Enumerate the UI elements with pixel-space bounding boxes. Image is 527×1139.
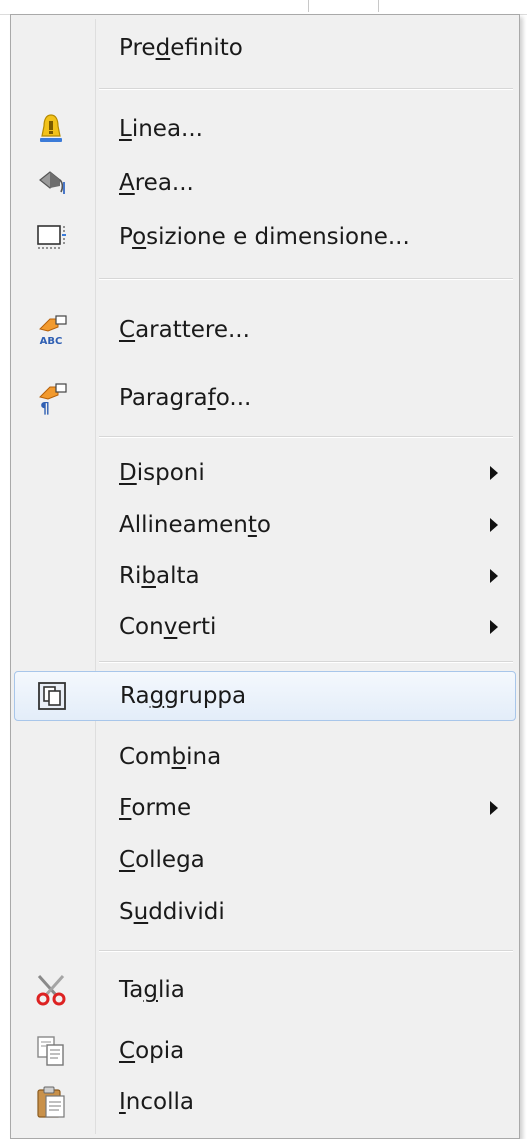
line-icon — [40, 114, 62, 142]
menu-item-label: Linea... — [119, 116, 203, 142]
menu-item-suddividi[interactable]: Suddividi — [14, 887, 516, 937]
menu-item-incolla[interactable]: Incolla — [14, 1077, 516, 1127]
character-icon: ABC — [39, 315, 67, 347]
menu-item-label: Converti — [119, 614, 217, 640]
menu-separator — [99, 88, 513, 90]
menu-item-label: Raggruppa — [120, 683, 247, 709]
menu-item-label: Incolla — [119, 1089, 194, 1115]
menu-item-label: Forme — [119, 795, 192, 821]
menu-item-combina[interactable]: Combina — [14, 732, 516, 782]
menu-item-predefinito[interactable]: Predefinito — [14, 23, 516, 73]
paragraph-icon: ¶ — [39, 383, 67, 415]
menu-item-ribalta[interactable]: Ribalta — [14, 551, 516, 601]
menu-item-taglia[interactable]: Taglia — [14, 965, 516, 1015]
menu-item-label: Posizione e dimensione... — [119, 224, 410, 250]
menu-item-label: Suddividi — [119, 899, 225, 925]
scissors-icon — [36, 974, 66, 1006]
menu-item-allineamento[interactable]: Allineamento — [14, 500, 516, 550]
menu-item-paragrafo[interactable]: ¶ Paragrafo... — [14, 373, 516, 423]
menu-item-label: Area... — [119, 170, 194, 196]
menu-item-raggruppa[interactable]: Raggruppa — [14, 671, 516, 721]
menu-item-label: Combina — [119, 744, 222, 770]
position-size-icon — [37, 225, 66, 249]
submenu-arrow-icon — [490, 518, 498, 532]
submenu-arrow-icon — [490, 620, 498, 634]
menu-item-label: Ribalta — [119, 563, 200, 589]
area-icon — [39, 171, 65, 194]
copy-icon — [37, 1036, 64, 1066]
menu-item-label: Collega — [119, 847, 205, 873]
menu-separator — [99, 436, 513, 438]
menu-item-label: Copia — [119, 1038, 185, 1064]
submenu-arrow-icon — [490, 801, 498, 815]
menu-item-label: Disponi — [119, 460, 205, 486]
menu-item-area[interactable]: Area... — [14, 158, 516, 208]
context-menu: Predefinito Linea... Area... Posizione e… — [10, 14, 520, 1139]
menu-item-posizione-dimensione[interactable]: Posizione e dimensione... — [14, 212, 516, 262]
menu-item-label: Carattere... — [119, 317, 250, 343]
menu-item-copia[interactable]: Copia — [14, 1026, 516, 1076]
menu-item-converti[interactable]: Converti — [14, 602, 516, 652]
group-icon — [38, 682, 66, 710]
menu-item-linea[interactable]: Linea... — [14, 104, 516, 154]
menu-item-label: Allineamento — [119, 512, 271, 538]
menu-separator — [99, 661, 513, 663]
menu-item-collega[interactable]: Collega — [14, 835, 516, 885]
svg-text:¶: ¶ — [40, 399, 50, 415]
menu-item-label: Predefinito — [119, 35, 243, 61]
menu-item-forme[interactable]: Forme — [14, 783, 516, 833]
menu-item-label: Taglia — [119, 977, 185, 1003]
window-background — [0, 0, 527, 15]
svg-text:ABC: ABC — [40, 336, 63, 347]
menu-item-carattere[interactable]: ABC Carattere... — [14, 305, 516, 355]
paste-icon — [37, 1086, 65, 1118]
ruler-mark — [378, 0, 379, 12]
submenu-arrow-icon — [490, 569, 498, 583]
menu-item-label: Paragrafo... — [119, 385, 252, 411]
ruler-mark — [308, 0, 309, 12]
menu-item-disponi[interactable]: Disponi — [14, 448, 516, 498]
menu-separator — [99, 950, 513, 952]
menu-separator — [99, 278, 513, 280]
submenu-arrow-icon — [490, 466, 498, 480]
